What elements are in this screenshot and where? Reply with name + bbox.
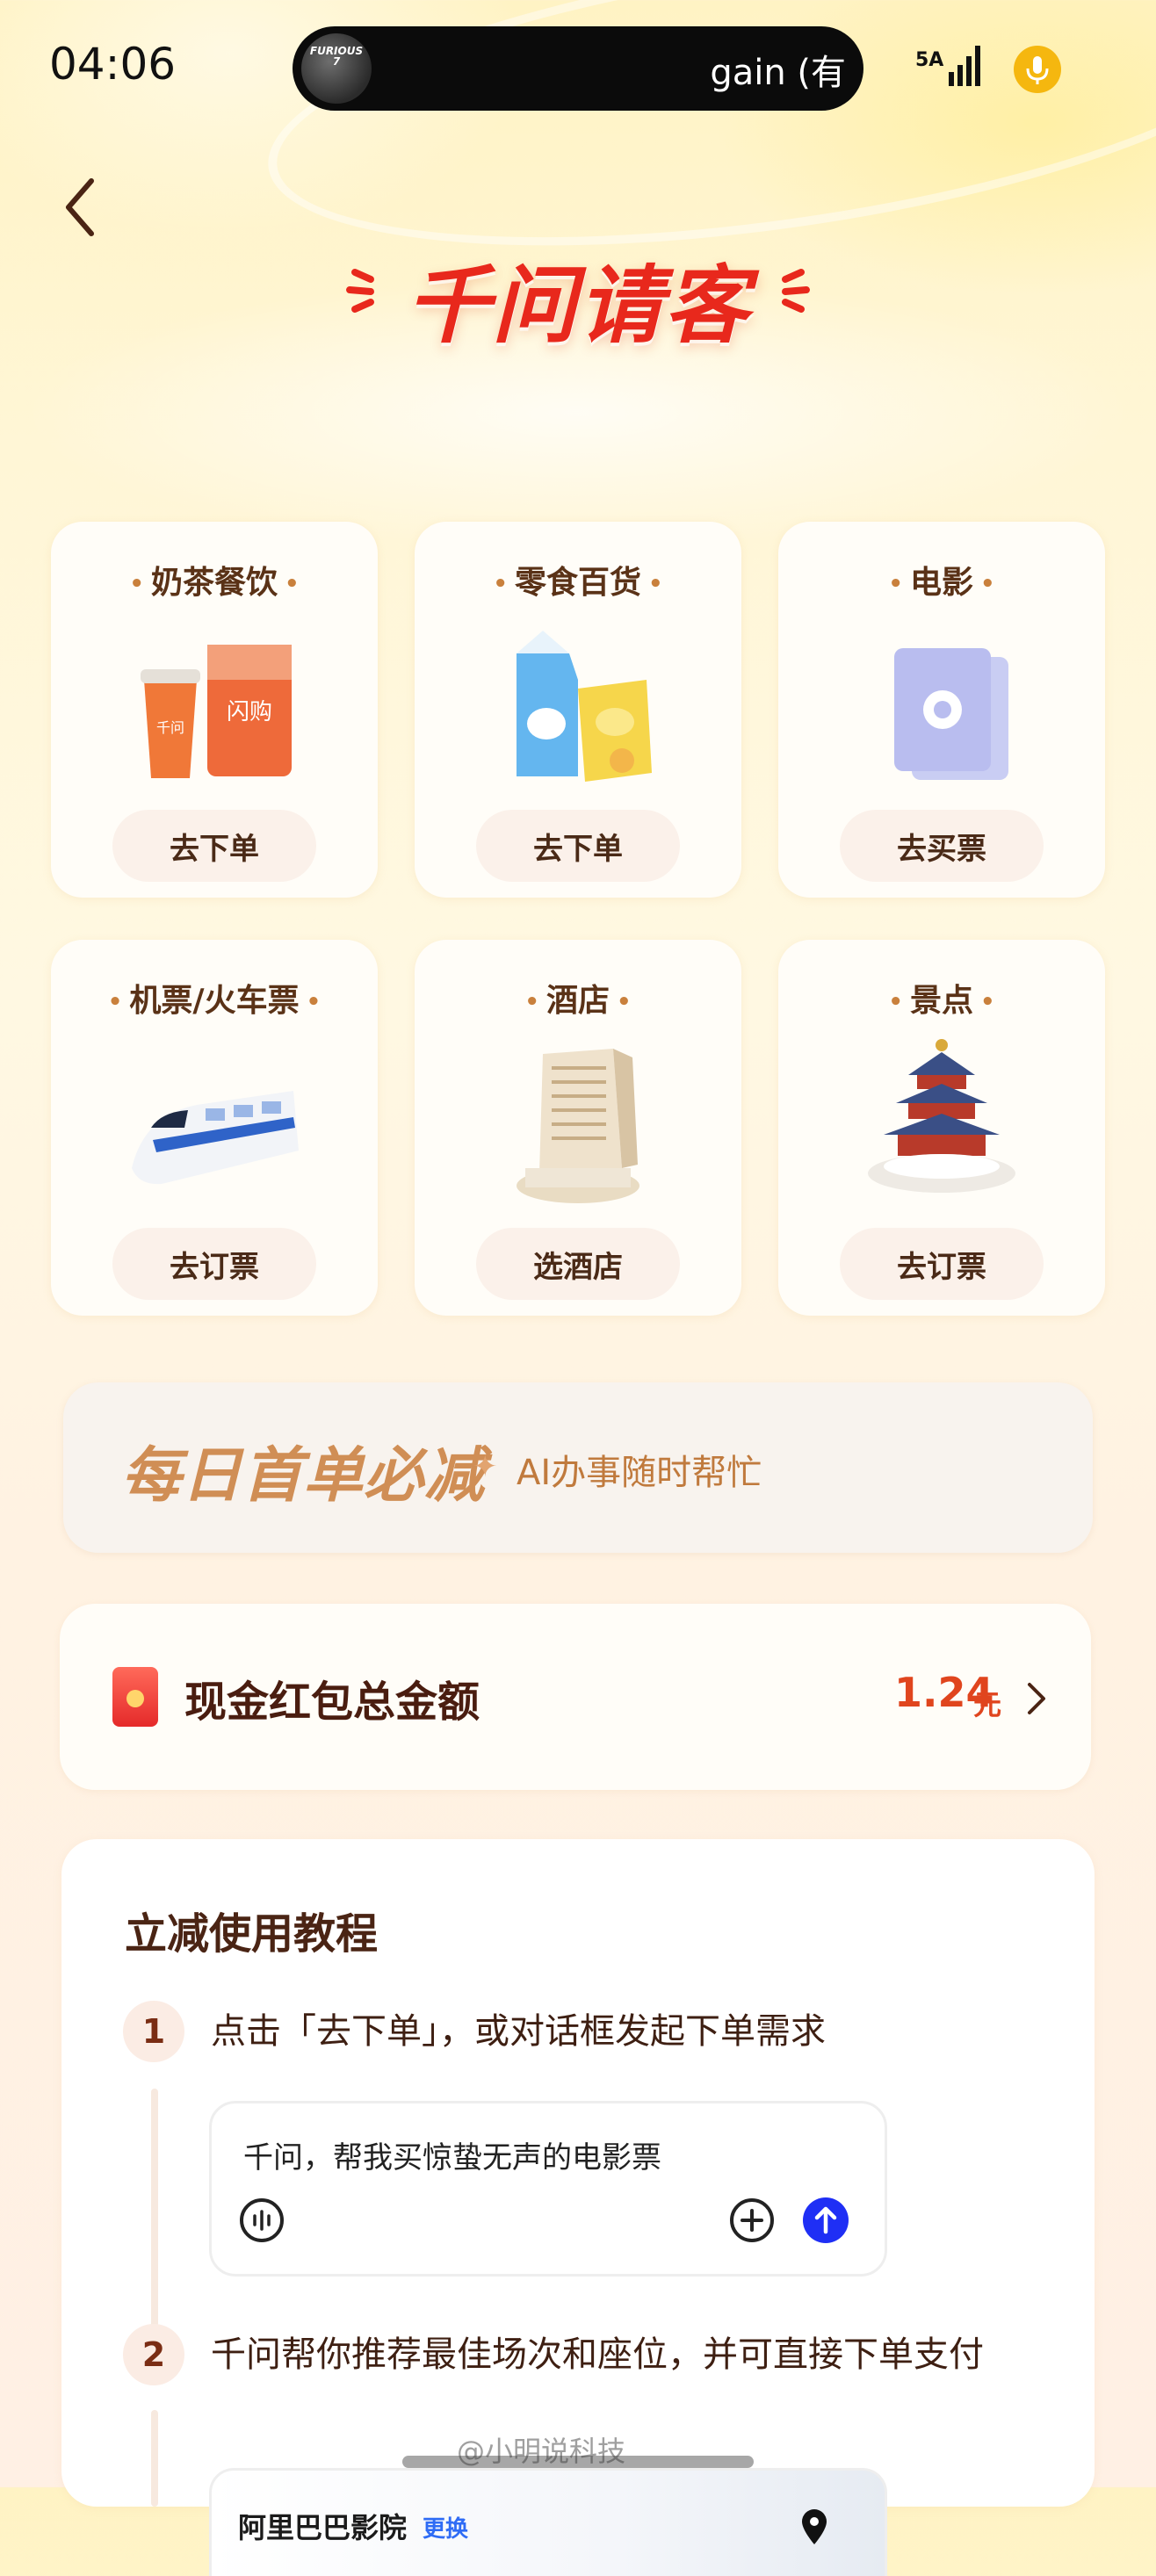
plus-icon[interactable] [728, 2197, 776, 2244]
hotel-icon [517, 1049, 639, 1203]
chevron-left-icon[interactable] [63, 172, 98, 242]
media-thumbnail-label: FURIOUS 7 [309, 45, 364, 68]
tutorial-card: 立减使用教程 1 点击「去下单」，或对话框发起下单需求 千问，帮我买惊蛰无声的电… [61, 1839, 1095, 2576]
red-packet-label: 现金红包总金额 [184, 1678, 480, 1727]
step-timeline [151, 2410, 158, 2507]
dynamic-island[interactable]: FURIOUS 7 gain (有 [293, 26, 863, 111]
microphone-indicator-icon [1014, 46, 1061, 93]
chat-input-box[interactable]: 千问，帮我买惊蛰无声的电影票 [209, 2101, 887, 2277]
cinema-name: 阿里巴巴影院 [238, 2511, 408, 2544]
book-ticket-button[interactable]: 去订票 [840, 1228, 1044, 1300]
service-card-milk-tea[interactable]: • 奶茶餐饮 • 闪购 千问 去下单 [51, 522, 378, 898]
card-title: • 景点 • [888, 983, 995, 1019]
change-cinema-link[interactable]: 更换 [423, 2511, 468, 2544]
milk-tea-icon: 闪购 千问 [141, 645, 292, 778]
promo-subtitle: AI办事随时帮忙 [517, 1453, 762, 1493]
network-type-label: 5A [915, 49, 944, 71]
service-card-hotel[interactable]: • 酒店 • 选酒店 [415, 940, 741, 1316]
title-decoration-right-icon [782, 269, 810, 313]
order-button[interactable]: 去下单 [476, 810, 680, 882]
island-scrolling-text: gain (有 [710, 53, 846, 93]
step-number: 1 [123, 2001, 184, 2062]
red-packet-unit: 元 [973, 1688, 1002, 1721]
svg-text:千问: 千问 [156, 719, 184, 736]
tutorial-title: 立减使用教程 [125, 1909, 379, 1959]
media-thumbnail: FURIOUS 7 [301, 33, 372, 104]
promo-banner[interactable]: 每日首单必减 ✦ AI办事随时帮忙 [63, 1382, 1093, 1553]
service-card-flight-train[interactable]: • 机票/火车票 • 去订票 [51, 940, 378, 1316]
buy-ticket-button[interactable]: 去买票 [840, 810, 1044, 882]
send-arrow-icon[interactable] [802, 2197, 849, 2244]
sparkle-icon: ✦ [473, 1449, 498, 1484]
book-ticket-button[interactable]: 去订票 [112, 1228, 316, 1300]
service-card-attractions[interactable]: • 景点 • 去订票 [778, 940, 1105, 1316]
order-button[interactable]: 去下单 [112, 810, 316, 882]
page-title: 千问请客 [406, 256, 750, 355]
card-title: • 零食百货 • [493, 565, 663, 601]
step-text: 点击「去下单」，或对话框发起下单需求 [211, 2011, 826, 2052]
mic-glyph-icon [1026, 56, 1049, 84]
promo-headline: 每日首单必减 [121, 1441, 486, 1511]
status-time: 04:06 [49, 39, 177, 90]
step-text: 千问帮你推荐最佳场次和座位，并可直接下单支付 [211, 2334, 984, 2375]
snacks-icon [517, 631, 652, 782]
card-title: • 酒店 • [524, 983, 632, 1019]
card-title: • 电影 • [888, 565, 995, 601]
card-title: • 机票/火车票 • [107, 983, 322, 1019]
select-hotel-button[interactable]: 选酒店 [476, 1228, 680, 1300]
service-card-snacks[interactable]: • 零食百货 • 去下单 [415, 522, 741, 898]
home-indicator[interactable] [402, 2456, 754, 2468]
svg-text:闪购: 闪购 [227, 699, 272, 725]
cash-red-packet-row[interactable]: 现金红包总金额 1.24 元 [60, 1604, 1091, 1790]
temple-icon [868, 1039, 1015, 1193]
signal-strength-icon [949, 46, 980, 86]
chevron-right-icon [1028, 1683, 1045, 1714]
movie-ticket-icon [894, 648, 1008, 780]
card-title: • 奶茶餐饮 • [129, 565, 300, 601]
service-card-movie[interactable]: • 电影 • 去买票 [778, 522, 1105, 898]
location-pin-icon [802, 2509, 827, 2544]
red-packet-icon [112, 1667, 158, 1727]
voice-wave-icon[interactable] [238, 2197, 285, 2244]
cinema-preview-card[interactable]: 阿里巴巴影院 更换 [209, 2468, 887, 2576]
step-number: 2 [123, 2324, 184, 2385]
chat-input-text: 千问，帮我买惊蛰无声的电影票 [243, 2140, 661, 2176]
train-icon [132, 1091, 299, 1185]
